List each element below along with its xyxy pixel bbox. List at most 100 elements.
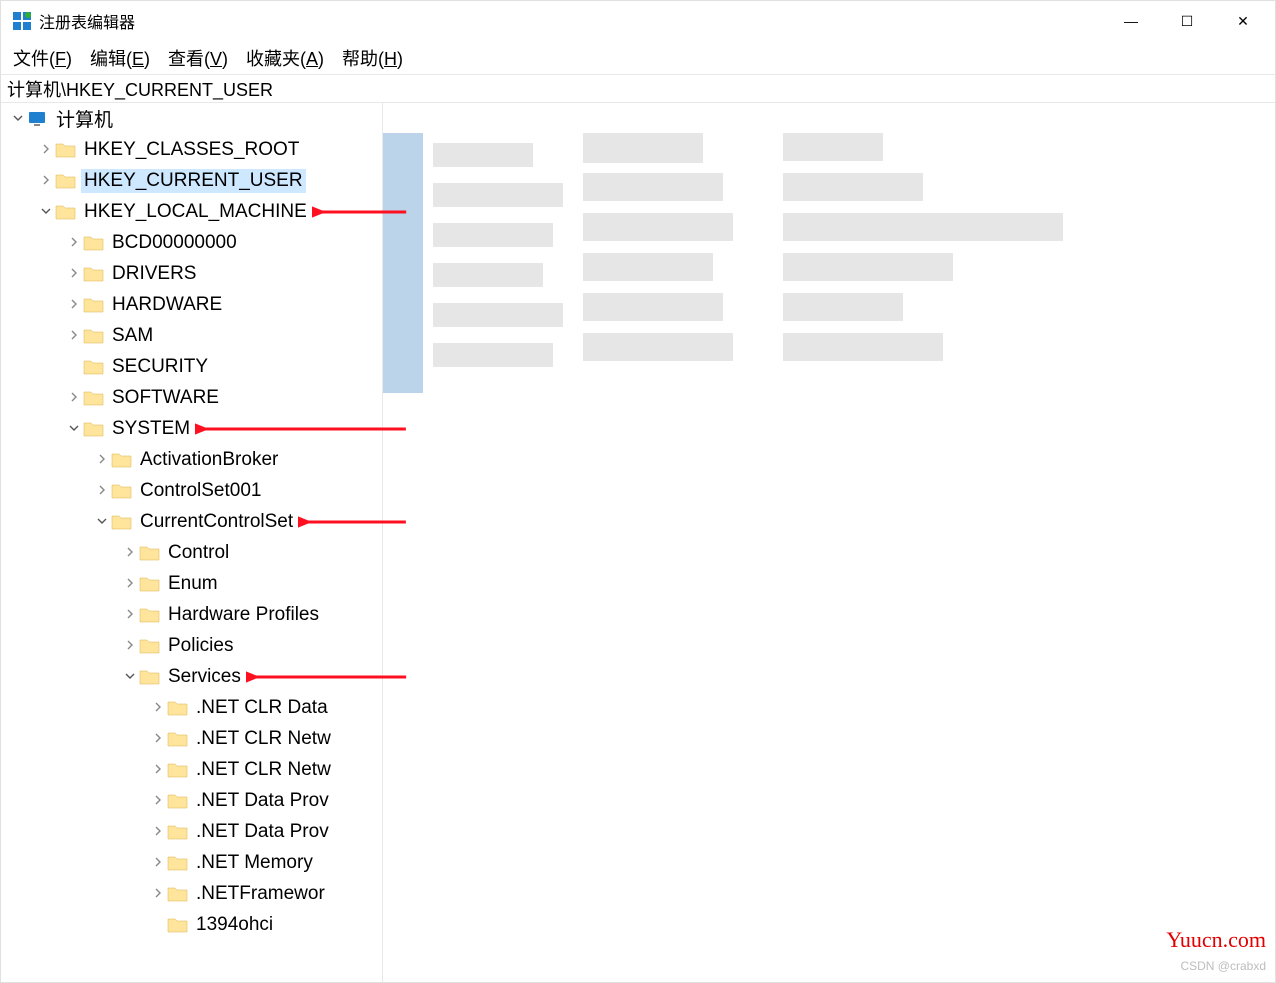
folder-icon: [167, 822, 189, 842]
expand-icon[interactable]: [37, 143, 55, 157]
menu-help[interactable]: 帮助(H): [342, 45, 403, 71]
tree-item-services[interactable]: Services: [1, 661, 382, 692]
collapse-icon[interactable]: [37, 205, 55, 219]
tree-item-label: Policies: [165, 634, 236, 658]
expand-icon[interactable]: [65, 298, 83, 312]
tree-item-controlset001[interactable]: ControlSet001: [1, 475, 382, 506]
collapse-icon[interactable]: [121, 670, 139, 684]
folder-icon: [83, 264, 105, 284]
list-pane[interactable]: 名称 类型: [383, 103, 1275, 982]
tree-item--net-clr-netw[interactable]: .NET CLR Netw: [1, 723, 382, 754]
tree-item-label: CurrentControlSet: [137, 510, 296, 534]
blurred-content: [383, 103, 1103, 403]
folder-icon: [83, 326, 105, 346]
tree-item-hkey-current-user[interactable]: HKEY_CURRENT_USER: [1, 165, 382, 196]
tree-item-label: HKEY_CURRENT_USER: [81, 169, 306, 193]
tree-item-security[interactable]: SECURITY: [1, 351, 382, 382]
expand-icon[interactable]: [121, 546, 139, 560]
registry-editor-window: 注册表编辑器 — ☐ ✕ 文件(F) 编辑(E) 查看(V) 收藏夹(A) 帮助…: [0, 0, 1276, 983]
menu-view[interactable]: 查看(V): [168, 45, 228, 71]
tree-item-hardware[interactable]: HARDWARE: [1, 289, 382, 320]
expand-icon[interactable]: [149, 732, 167, 746]
tree-item--net-clr-netw[interactable]: .NET CLR Netw: [1, 754, 382, 785]
watermark: Yuucn.com: [1166, 927, 1266, 953]
tree-item-sam[interactable]: SAM: [1, 320, 382, 351]
tree-item-label: SECURITY: [109, 355, 211, 379]
tree-item-activationbroker[interactable]: ActivationBroker: [1, 444, 382, 475]
minimize-button[interactable]: —: [1103, 1, 1159, 41]
expand-icon[interactable]: [65, 236, 83, 250]
expand-icon[interactable]: [65, 329, 83, 343]
tree-item--netframewor[interactable]: .NETFramewor: [1, 878, 382, 909]
expand-icon[interactable]: [149, 887, 167, 901]
tree-item-hkey-classes-root[interactable]: HKEY_CLASSES_ROOT: [1, 134, 382, 165]
tree-item-drivers[interactable]: DRIVERS: [1, 258, 382, 289]
menu-favorites[interactable]: 收藏夹(A): [246, 45, 324, 71]
tree-item-label: 计算机: [53, 104, 116, 133]
folder-icon: [167, 853, 189, 873]
tree-item--net-memory[interactable]: .NET Memory: [1, 847, 382, 878]
folder-icon: [55, 171, 77, 191]
collapse-icon[interactable]: [9, 112, 27, 126]
tree-item-enum[interactable]: Enum: [1, 568, 382, 599]
tree-item-policies[interactable]: Policies: [1, 630, 382, 661]
window-title: 注册表编辑器: [39, 9, 1103, 33]
expand-icon[interactable]: [93, 484, 111, 498]
tree-item-software[interactable]: SOFTWARE: [1, 382, 382, 413]
tree-item-label: .NETFramewor: [193, 882, 328, 906]
folder-icon: [83, 295, 105, 315]
tree-item-hardware-profiles[interactable]: Hardware Profiles: [1, 599, 382, 630]
folder-icon: [139, 543, 161, 563]
expand-icon[interactable]: [121, 639, 139, 653]
app-icon: [13, 12, 31, 30]
tree-item-label: 1394ohci: [193, 913, 276, 937]
tree-item-label: HKEY_LOCAL_MACHINE: [81, 200, 310, 224]
tree-item-hkey-local-machine[interactable]: HKEY_LOCAL_MACHINE: [1, 196, 382, 227]
collapse-icon[interactable]: [65, 422, 83, 436]
expand-icon[interactable]: [149, 701, 167, 715]
expand-icon[interactable]: [121, 577, 139, 591]
expand-icon[interactable]: [149, 794, 167, 808]
menubar: 文件(F) 编辑(E) 查看(V) 收藏夹(A) 帮助(H): [1, 41, 1275, 75]
watermark-csdn: CSDN @crabxd: [1180, 959, 1266, 973]
tree-item-control[interactable]: Control: [1, 537, 382, 568]
tree-item--[interactable]: 计算机: [1, 103, 382, 134]
expand-icon[interactable]: [149, 763, 167, 777]
folder-icon: [139, 636, 161, 656]
folder-icon: [139, 574, 161, 594]
expand-icon[interactable]: [149, 856, 167, 870]
tree-item-label: Enum: [165, 572, 221, 596]
tree-item-label: SOFTWARE: [109, 386, 222, 410]
folder-icon: [111, 512, 133, 532]
collapse-icon[interactable]: [93, 515, 111, 529]
tree-pane[interactable]: 计算机 HKEY_CLASSES_ROOT HKEY_CURRENT_USER HKE…: [1, 103, 383, 982]
tree-item-label: HKEY_CLASSES_ROOT: [81, 138, 302, 162]
folder-icon: [83, 357, 105, 377]
menu-file[interactable]: 文件(F): [13, 45, 72, 71]
tree-item--net-data-prov[interactable]: .NET Data Prov: [1, 785, 382, 816]
folder-icon: [167, 915, 189, 935]
menu-edit[interactable]: 编辑(E): [90, 45, 150, 71]
folder-icon: [167, 791, 189, 811]
close-button[interactable]: ✕: [1215, 1, 1271, 41]
tree-item-bcd00000000[interactable]: BCD00000000: [1, 227, 382, 258]
address-bar[interactable]: 计算机\HKEY_CURRENT_USER: [1, 75, 1275, 103]
maximize-button[interactable]: ☐: [1159, 1, 1215, 41]
expand-icon[interactable]: [65, 391, 83, 405]
tree-item-label: DRIVERS: [109, 262, 199, 286]
expand-icon[interactable]: [93, 453, 111, 467]
folder-icon: [111, 481, 133, 501]
tree-item-label: .NET Data Prov: [193, 789, 332, 813]
expand-icon[interactable]: [149, 825, 167, 839]
expand-icon[interactable]: [37, 174, 55, 188]
expand-icon[interactable]: [65, 267, 83, 281]
tree-item-label: BCD00000000: [109, 231, 240, 255]
expand-icon[interactable]: [121, 608, 139, 622]
tree-item-currentcontrolset[interactable]: CurrentControlSet: [1, 506, 382, 537]
tree-item-label: HARDWARE: [109, 293, 225, 317]
tree-item-system[interactable]: SYSTEM: [1, 413, 382, 444]
folder-icon: [167, 729, 189, 749]
tree-item-1394ohci[interactable]: 1394ohci: [1, 909, 382, 940]
tree-item--net-data-prov[interactable]: .NET Data Prov: [1, 816, 382, 847]
tree-item--net-clr-data[interactable]: .NET CLR Data: [1, 692, 382, 723]
